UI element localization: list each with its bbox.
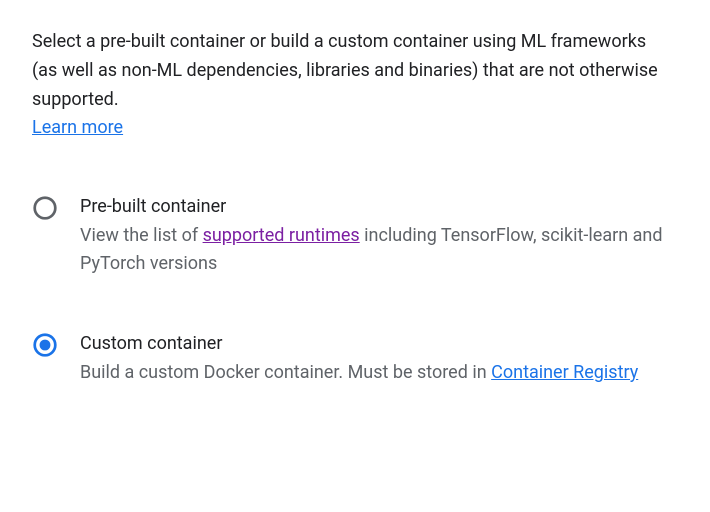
radio-unselected-icon[interactable]	[32, 195, 58, 221]
option-prebuilt-title[interactable]: Pre-built container	[80, 193, 670, 220]
learn-more-link[interactable]: Learn more	[32, 117, 123, 138]
container-type-radiogroup: Pre-built container View the list of sup…	[32, 193, 670, 387]
option-custom-description: Build a custom Docker container. Must be…	[80, 359, 670, 387]
option-prebuilt-desc-prefix: View the list of	[80, 225, 203, 246]
radio-selected-icon[interactable]	[32, 332, 58, 358]
option-prebuilt: Pre-built container View the list of sup…	[32, 193, 670, 278]
option-custom: Custom container Build a custom Docker c…	[32, 330, 670, 387]
intro-text: Select a pre-built container or build a …	[32, 31, 658, 110]
option-custom-title[interactable]: Custom container	[80, 330, 670, 357]
option-prebuilt-description: View the list of supported runtimes incl…	[80, 222, 670, 278]
option-custom-desc-prefix: Build a custom Docker container. Must be…	[80, 362, 491, 383]
container-registry-link[interactable]: Container Registry	[491, 362, 638, 383]
supported-runtimes-link[interactable]: supported runtimes	[203, 225, 360, 246]
